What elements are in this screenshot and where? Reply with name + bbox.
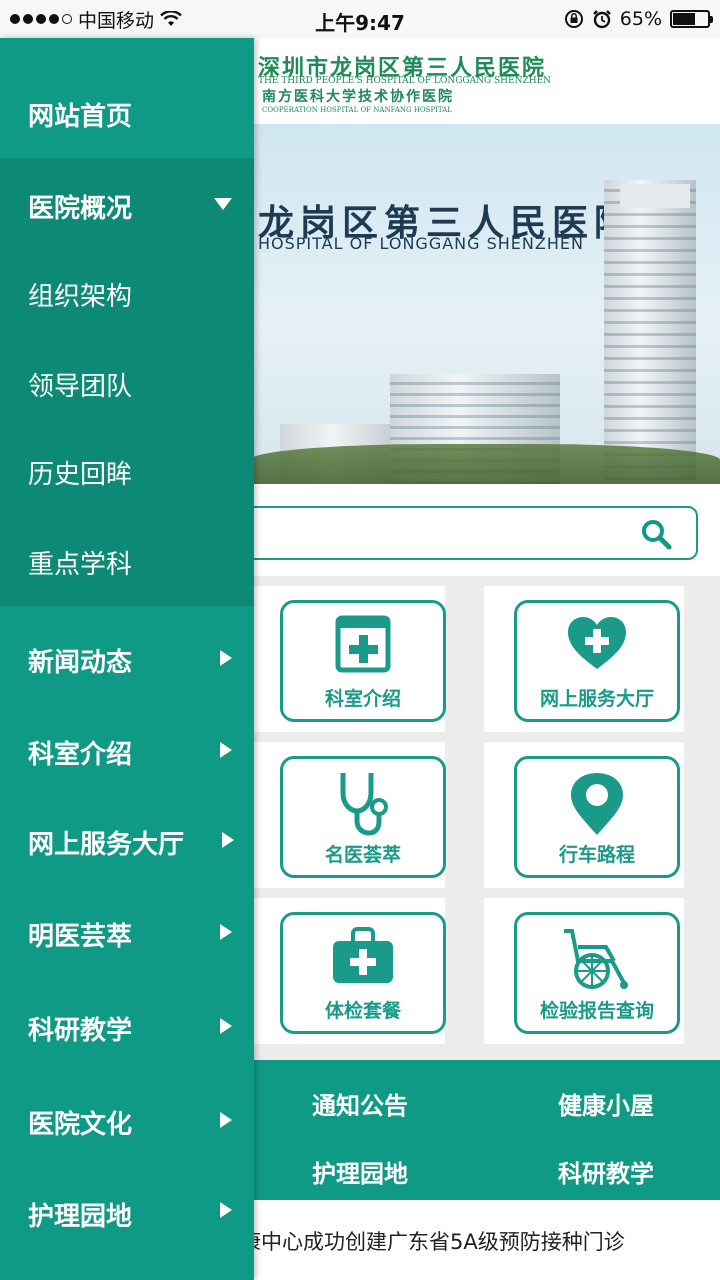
drawer-subitem-label: 历史回眸 bbox=[28, 460, 133, 490]
service-card-checkup[interactable]: 体检套餐 bbox=[250, 898, 446, 1044]
ticker-text: 康中心成功创建广东省5A级预防接种门诊 bbox=[240, 1230, 625, 1254]
drawer-item-label: 新闻动态 bbox=[28, 648, 133, 678]
drawer-subitem-label: 领导团队 bbox=[28, 372, 133, 402]
wheelchair-icon bbox=[564, 929, 628, 989]
link-nursing[interactable]: 护理园地 bbox=[312, 1154, 408, 1189]
chevron-right-icon bbox=[222, 832, 234, 848]
service-label: 名医荟萃 bbox=[324, 844, 401, 866]
trees-image bbox=[250, 444, 720, 484]
service-label: 网上服务大厅 bbox=[539, 688, 654, 710]
drawer-item-label: 网上服务大厅 bbox=[28, 830, 185, 860]
service-card-directions[interactable]: 行车路程 bbox=[484, 742, 684, 888]
drawer-item-label: 科研教学 bbox=[28, 1016, 133, 1046]
chevron-right-icon bbox=[220, 1018, 232, 1034]
logo-cn-secondary: 南方医科大学技术协作医院 bbox=[262, 89, 454, 105]
hospital-tower-image bbox=[620, 184, 690, 208]
chevron-right-icon bbox=[220, 650, 232, 666]
chevron-right-icon bbox=[220, 924, 232, 940]
search-icon[interactable] bbox=[640, 518, 672, 550]
logo-en: THE THIRD PEOPLE'S HOSPITAL OF LONGGANG … bbox=[258, 76, 552, 86]
drawer-item-culture[interactable]: 医院文化 bbox=[0, 1074, 254, 1168]
status-bar: 中国移动 上午9:47 65% bbox=[0, 0, 720, 38]
chevron-right-icon bbox=[220, 1112, 232, 1128]
drawer-subitem-structure[interactable]: 组织架构 bbox=[0, 250, 254, 340]
stethoscope-icon bbox=[340, 773, 388, 836]
drawer-item-research[interactable]: 科研教学 bbox=[0, 982, 254, 1074]
service-card-lab-report[interactable]: 检验报告查询 bbox=[484, 898, 684, 1044]
service-card-doctors[interactable]: 名医荟萃 bbox=[250, 742, 446, 888]
rotation-lock-icon bbox=[564, 10, 583, 28]
search-input[interactable] bbox=[240, 506, 698, 560]
alarm-icon bbox=[592, 10, 611, 29]
battery-icon bbox=[670, 10, 713, 28]
first-aid-box-icon bbox=[335, 615, 391, 673]
service-label: 行车路程 bbox=[558, 844, 635, 866]
medical-kit-icon bbox=[333, 927, 393, 983]
heart-plus-icon bbox=[568, 617, 626, 669]
drawer-subitem-label: 重点学科 bbox=[28, 550, 133, 580]
side-drawer: 网站首页 医院概况 组织架构 领导团队 历史回眸 重点学科 新闻动态 科室介绍 … bbox=[0, 38, 254, 1280]
chevron-right-icon bbox=[220, 1202, 232, 1218]
logo-en-secondary: COOPERATION HOSPITAL OF NANFANG HOSPITAL bbox=[262, 106, 452, 114]
battery-percent: 65% bbox=[619, 8, 662, 30]
drawer-item-departments[interactable]: 科室介绍 bbox=[0, 706, 254, 798]
drawer-item-label: 科室介绍 bbox=[28, 740, 133, 770]
drawer-subitem-key-disciplines[interactable]: 重点学科 bbox=[0, 516, 254, 606]
drawer-item-label: 网站首页 bbox=[28, 102, 133, 132]
drawer-item-label: 护理园地 bbox=[28, 1202, 133, 1232]
drawer-subitem-leadership[interactable]: 领导团队 bbox=[0, 340, 254, 428]
service-card-departments[interactable]: 科室介绍 bbox=[250, 586, 446, 732]
chevron-down-icon bbox=[214, 198, 232, 210]
link-research[interactable]: 科研教学 bbox=[558, 1154, 654, 1189]
drawer-item-home[interactable]: 网站首页 bbox=[0, 68, 254, 158]
link-health-cabin[interactable]: 健康小屋 bbox=[558, 1086, 654, 1121]
link-notices[interactable]: 通知公告 bbox=[312, 1086, 408, 1121]
service-card-online-hall[interactable]: 网上服务大厅 bbox=[484, 586, 684, 732]
service-label: 检验报告查询 bbox=[539, 1000, 654, 1022]
drawer-item-online-hall[interactable]: 网上服务大厅 bbox=[0, 798, 254, 890]
drawer-item-nursing[interactable]: 护理园地 bbox=[0, 1168, 254, 1262]
drawer-item-label: 医院文化 bbox=[28, 1110, 133, 1140]
drawer-item-doctors[interactable]: 明医芸萃 bbox=[0, 890, 254, 982]
drawer-subitem-label: 组织架构 bbox=[28, 282, 133, 312]
banner-subtitle: HOSPITAL OF LONGGANG SHENZHEN bbox=[258, 234, 584, 253]
drawer-item-label: 医院概况 bbox=[28, 194, 133, 224]
hospital-tower-image bbox=[604, 180, 696, 480]
chevron-right-icon bbox=[220, 742, 232, 758]
service-label: 体检套餐 bbox=[324, 1000, 401, 1022]
drawer-item-news[interactable]: 新闻动态 bbox=[0, 614, 254, 706]
drawer-subitem-history[interactable]: 历史回眸 bbox=[0, 428, 254, 516]
service-label: 科室介绍 bbox=[324, 688, 401, 710]
drawer-item-label: 明医芸萃 bbox=[28, 922, 133, 952]
drawer-item-overview[interactable]: 医院概况 bbox=[0, 158, 254, 250]
map-pin-icon bbox=[571, 773, 623, 835]
